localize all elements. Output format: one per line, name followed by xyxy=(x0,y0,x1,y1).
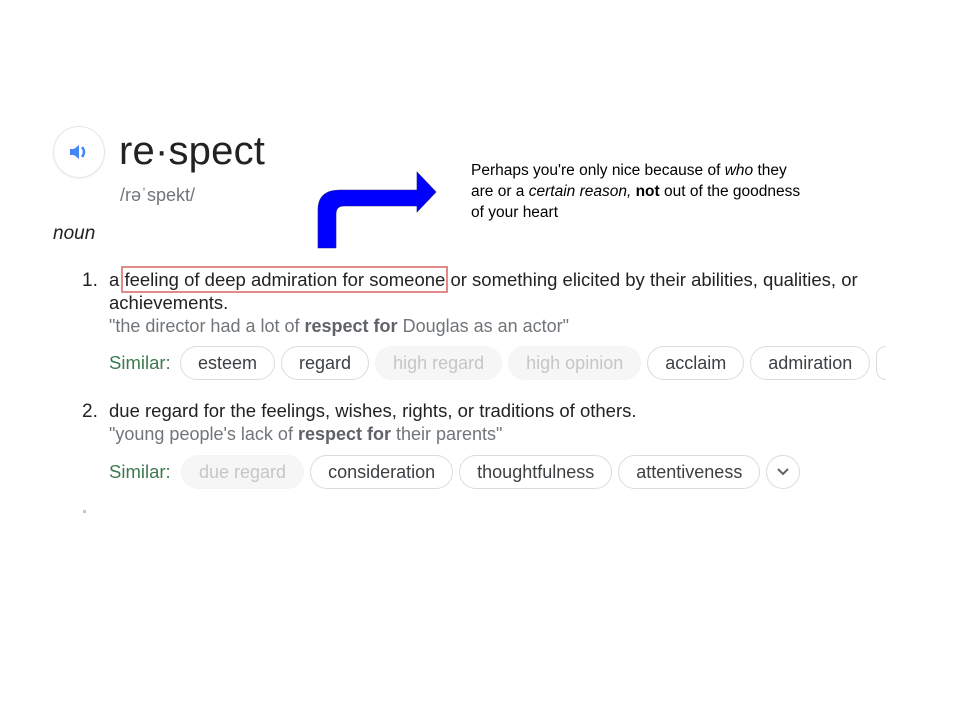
example-text: Douglas as an actor" xyxy=(397,316,570,336)
synonym-chip[interactable]: esteem xyxy=(180,346,276,380)
sense-number: 1. xyxy=(82,270,98,291)
headword: re·spect xyxy=(119,129,266,173)
expand-synonyms-button[interactable] xyxy=(766,455,801,489)
divider-dot xyxy=(83,510,86,513)
definition-text: a xyxy=(109,269,125,290)
similar-label: Similar: xyxy=(109,461,171,482)
similar-chips: due regard consideration thoughtfulness … xyxy=(181,455,801,489)
speaker-icon xyxy=(70,145,86,159)
note-bold: not xyxy=(635,183,660,200)
synonym-chip[interactable]: high regard xyxy=(375,346,503,380)
synonym-chip[interactable]: attentiveness xyxy=(618,455,761,489)
highlighted-phrase: feeling of deep admiration for someone xyxy=(121,266,449,293)
synonym-chip[interactable]: due regard xyxy=(181,455,305,489)
play-pronunciation-button[interactable] xyxy=(53,126,105,178)
bent-arrow-icon xyxy=(317,171,437,249)
synonym-chip[interactable]: consideration xyxy=(310,455,454,489)
sense-definition: a feeling of deep admiration for someone… xyxy=(109,266,869,314)
note-italic: certain reason, xyxy=(528,183,632,200)
example-text: their parents" xyxy=(391,424,503,444)
sense-definition: due regard for the feelings, wishes, rig… xyxy=(109,400,637,421)
example-bold: respect for xyxy=(297,424,391,444)
synonym-chip-overflow[interactable] xyxy=(876,346,887,380)
synonym-chip[interactable]: regard xyxy=(281,346,370,380)
annotation-note: Perhaps you're only nice because of who … xyxy=(471,160,811,223)
part-of-speech: noun xyxy=(53,223,96,244)
note-italic: who xyxy=(724,162,754,179)
synonym-chip[interactable]: high opinion xyxy=(508,346,642,380)
synonym-chip[interactable]: thoughtfulness xyxy=(459,455,613,489)
synonym-chip[interactable]: admiration xyxy=(750,346,871,380)
phonetic: /rəˈspekt/ xyxy=(120,185,196,205)
similar-label: Similar: xyxy=(109,352,171,373)
example-bold: respect for xyxy=(304,316,398,336)
similar-chips: esteem regard high regard high opinion a… xyxy=(180,346,887,380)
synonym-chip[interactable]: acclaim xyxy=(647,346,745,380)
chevron-down-icon xyxy=(777,468,790,476)
sense-number: 2. xyxy=(82,401,98,422)
note-text: Perhaps you're only nice because of xyxy=(471,162,725,179)
example-text: "the director had a lot of xyxy=(109,316,305,336)
sense-example: "the director had a lot of respect for D… xyxy=(109,315,569,337)
sense-example: "young people's lack of respect for thei… xyxy=(109,423,502,445)
example-text: "young people's lack of xyxy=(109,424,298,444)
